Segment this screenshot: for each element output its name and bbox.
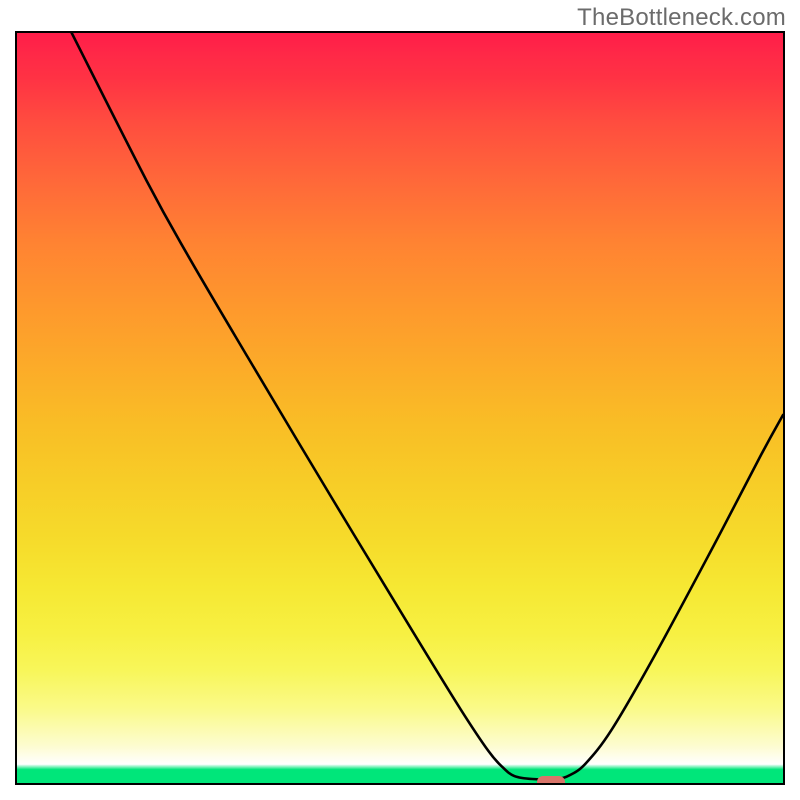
minimum-marker [537, 776, 565, 785]
watermark-text: TheBottleneck.com [577, 4, 786, 32]
bottleneck-chart: TheBottleneck.com [0, 0, 800, 800]
chart-frame [15, 31, 785, 785]
chart-curve-svg [17, 33, 783, 783]
bottleneck-curve-path [71, 33, 783, 779]
